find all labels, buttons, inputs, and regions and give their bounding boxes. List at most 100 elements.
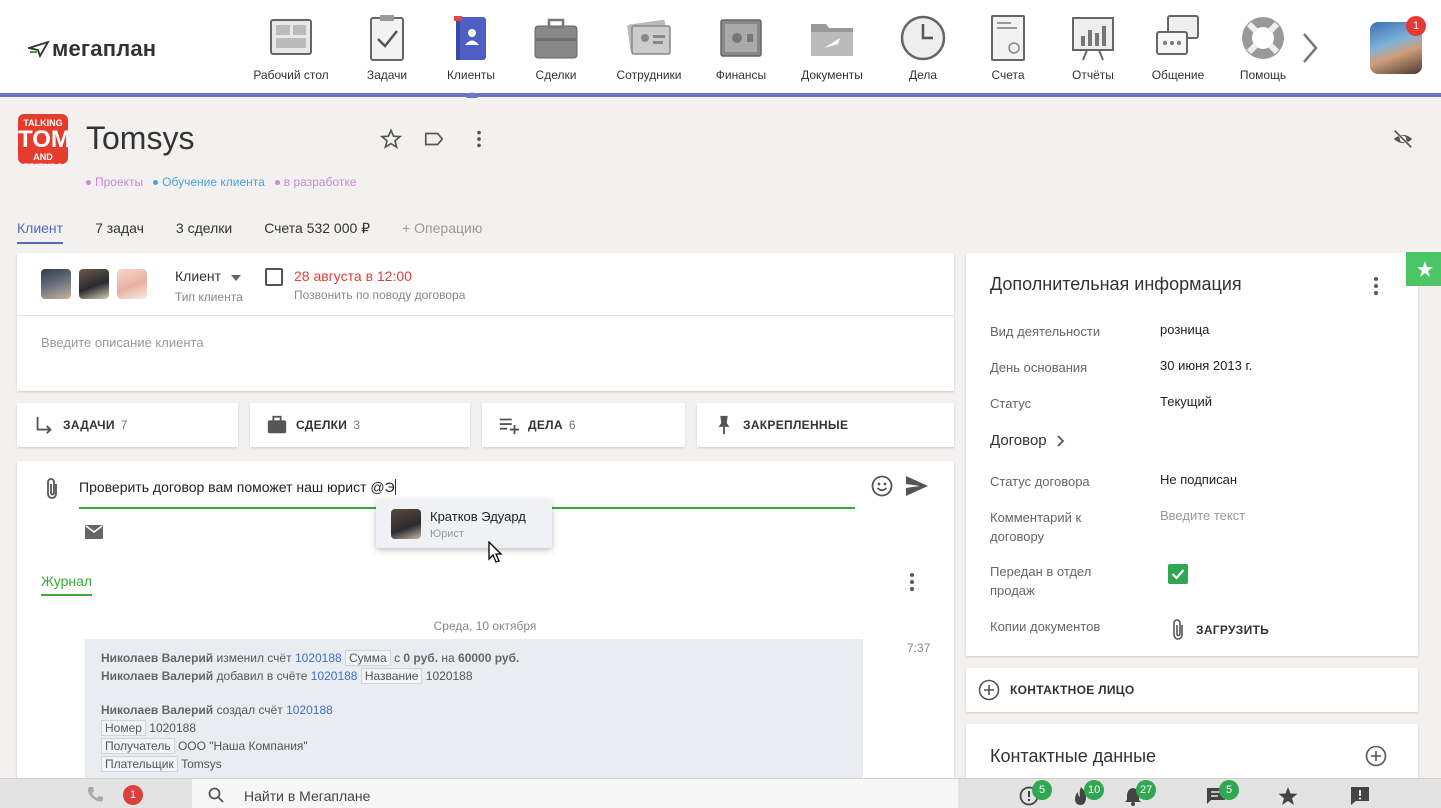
- section-label: ДЕЛА: [528, 418, 563, 432]
- field-chip: Сумма: [345, 650, 391, 666]
- nav-deals[interactable]: Сделки: [511, 14, 601, 82]
- section-deals-button[interactable]: СДЕЛКИ 3: [250, 403, 470, 447]
- entry-author[interactable]: Николаев Валерий: [101, 669, 213, 683]
- tag-label: Проекты: [95, 175, 144, 189]
- logo-line: TOM: [18, 126, 68, 153]
- nav-desktop[interactable]: Рабочий стол: [246, 14, 336, 82]
- tag-in-development[interactable]: в разработке: [274, 175, 356, 189]
- mail-icon[interactable]: [85, 525, 103, 539]
- avatar[interactable]: [117, 269, 147, 299]
- missed-calls-badge: 1: [123, 785, 143, 805]
- contract-section-toggle[interactable]: Договор: [990, 432, 1065, 449]
- tab-client[interactable]: Клиент: [17, 220, 64, 244]
- eye-off-icon[interactable]: [1392, 128, 1414, 150]
- entry-text: с: [394, 651, 401, 665]
- nav-reports[interactable]: Отчёты: [1048, 14, 1138, 82]
- nav-employees[interactable]: Сотрудники: [604, 14, 694, 82]
- task-date[interactable]: 28 августа в 12:00: [294, 268, 412, 284]
- nav-documents[interactable]: Документы: [787, 14, 877, 82]
- field-activity-value[interactable]: розница: [1160, 322, 1209, 337]
- field-label: День основания: [990, 360, 1088, 375]
- more-vertical-icon[interactable]: [903, 571, 921, 593]
- avatar[interactable]: [79, 269, 109, 299]
- field-status-value[interactable]: Текущий: [1160, 394, 1212, 409]
- star-icon[interactable]: [1277, 786, 1299, 806]
- nav-label: Финансы: [715, 68, 767, 82]
- phone-icon[interactable]: [86, 786, 104, 804]
- section-affairs-button[interactable]: ДЕЛА 6: [482, 403, 685, 447]
- client-type-dropdown[interactable]: Клиент Тип клиента: [175, 268, 243, 304]
- contract-status-value[interactable]: Не подписан: [1160, 472, 1237, 487]
- invoice-link[interactable]: 1020188: [286, 703, 333, 717]
- tab-add-operation[interactable]: + Операцию: [402, 220, 482, 244]
- journal-line: Получатель ООО "Наша Компания": [101, 737, 847, 755]
- tab-tasks[interactable]: 7 задач: [95, 220, 144, 244]
- field-chip: Название: [360, 668, 423, 684]
- label-icon[interactable]: [423, 128, 445, 150]
- add-circle-icon[interactable]: [1365, 745, 1387, 767]
- sales-transfer-checkbox[interactable]: [1168, 564, 1188, 584]
- upload-button[interactable]: ЗАГРУЗИТЬ: [1172, 619, 1269, 641]
- employees-icon: [627, 19, 671, 55]
- field-founded-value[interactable]: 30 июня 2013 г.: [1160, 358, 1252, 373]
- star-outline-icon[interactable]: [380, 128, 402, 150]
- entry-value: Tomsys: [181, 757, 222, 771]
- paperclip-icon[interactable]: [43, 477, 61, 501]
- invoice-link[interactable]: 1020188: [295, 651, 342, 665]
- section-label: СДЕЛКИ: [296, 418, 348, 432]
- invoice-icon: [991, 15, 1025, 61]
- favorite-flag[interactable]: [1406, 252, 1441, 286]
- tag-projects[interactable]: Проекты: [86, 175, 143, 189]
- comment-input[interactable]: Проверить договор вам поможет наш юрист …: [79, 479, 396, 495]
- nav-label: Документы: [801, 68, 863, 82]
- chevron-right-icon[interactable]: [1298, 30, 1322, 66]
- nav-affairs[interactable]: Дела: [878, 14, 968, 82]
- send-icon[interactable]: [905, 475, 929, 497]
- contact-person-button[interactable]: КОНТАКТНОЕ ЛИЦО: [966, 668, 1418, 712]
- megaplan-logo[interactable]: мегаплан: [28, 36, 156, 62]
- nav-invoices[interactable]: Счета: [963, 14, 1053, 82]
- tab-deals[interactable]: 3 сделки: [176, 220, 232, 244]
- briefcase-icon: [267, 415, 287, 434]
- emoji-icon[interactable]: [871, 475, 893, 497]
- desktop-icon: [270, 19, 312, 55]
- logo-line: AND FRIENDS: [23, 152, 63, 164]
- entry-action: добавил в счёте: [216, 669, 308, 683]
- nav-clients[interactable]: Клиенты: [426, 14, 516, 98]
- tab-invoices[interactable]: Счета 532 000 ₽: [264, 220, 370, 244]
- client-type-label: Тип клиента: [175, 290, 243, 304]
- search-icon: [208, 787, 224, 803]
- more-vertical-icon[interactable]: [468, 128, 490, 150]
- client-description-input[interactable]: Введите описание клиента: [41, 335, 204, 350]
- tab-journal[interactable]: Журнал: [41, 573, 93, 596]
- nav-help[interactable]: Помощь: [1218, 14, 1308, 82]
- nav-label: Дела: [908, 68, 938, 82]
- more-vertical-icon[interactable]: [1366, 275, 1386, 297]
- mention-suggestion[interactable]: Кратков Эдуард Юрист: [376, 500, 552, 548]
- entry-author[interactable]: Николаев Валерий: [101, 651, 213, 665]
- top-navigation: мегаплан Рабочий стол Задачи Клиенты Сде…: [0, 0, 1441, 98]
- lifebuoy-icon: [1242, 17, 1284, 59]
- avatar[interactable]: [41, 269, 71, 299]
- section-pinned-button[interactable]: ЗАКРЕПЛЕННЫЕ: [697, 403, 954, 447]
- tag-training[interactable]: Обучение клиента: [153, 175, 265, 189]
- task-checkbox[interactable]: [265, 268, 283, 286]
- global-search[interactable]: Найти в Мегаплане: [192, 779, 958, 808]
- invoice-link[interactable]: 1020188: [311, 669, 358, 683]
- logo-plane-icon: [28, 40, 50, 58]
- add-circle-icon: [978, 679, 1000, 701]
- feedback-icon[interactable]: [1349, 786, 1371, 806]
- entry-old-value: 0 руб.: [403, 651, 439, 665]
- logo-text: мегаплан: [52, 36, 157, 61]
- entry-author[interactable]: Николаев Валерий: [101, 703, 213, 717]
- playlist-add-icon: [499, 418, 520, 435]
- nav-tasks[interactable]: Задачи: [342, 14, 432, 82]
- chevron-right-icon: [1057, 434, 1064, 447]
- contract-comment-input[interactable]: Введите текст: [1160, 508, 1245, 523]
- chat-icon: [1156, 15, 1199, 55]
- nav-communication[interactable]: Общение: [1133, 14, 1223, 82]
- client-tabs: Клиент 7 задач 3 сделки Счета 532 000 ₽ …: [17, 220, 482, 244]
- nav-finance[interactable]: Финансы: [696, 14, 786, 82]
- section-tasks-button[interactable]: ЗАДАЧИ 7: [17, 403, 238, 447]
- caret-down-icon: [230, 275, 241, 281]
